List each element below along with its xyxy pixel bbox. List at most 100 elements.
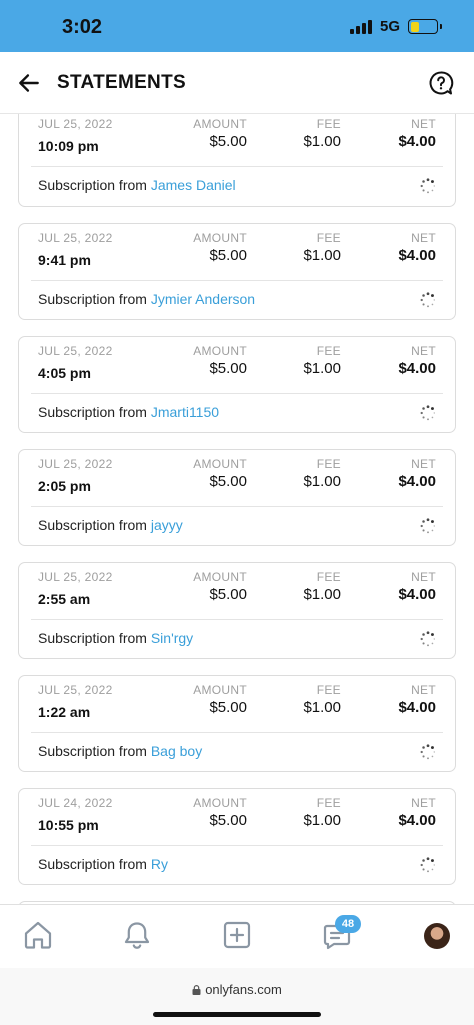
card-divider (31, 845, 443, 846)
statement-time: 1:22 am (38, 704, 91, 720)
statement-description: Subscription from Sin'rgy (38, 630, 193, 646)
net-value: $4.00 (398, 699, 436, 716)
statement-card: JUL 24, 2022 10:55 pm AMOUNT $5.00 FEE $… (18, 788, 456, 885)
statement-date: JUL 25, 2022 (38, 570, 113, 584)
net-label: NET (411, 117, 436, 131)
amount-label: AMOUNT (193, 796, 247, 810)
subscription-prefix: Subscription from (38, 517, 151, 533)
subscriber-link[interactable]: Bag boy (151, 743, 202, 759)
page-title: STATEMENTS (57, 72, 186, 93)
pending-spinner-icon (420, 518, 436, 534)
amount-label: AMOUNT (193, 683, 247, 697)
fee-label: FEE (316, 570, 341, 584)
net-value: $4.00 (398, 812, 436, 829)
statement-time: 2:55 am (38, 591, 91, 607)
amount-label: AMOUNT (193, 231, 247, 245)
statement-date: JUL 25, 2022 (38, 231, 113, 245)
statement-description: Subscription from Jmarti1150 (38, 404, 219, 420)
amount-value: $5.00 (209, 586, 247, 603)
fee-value: $1.00 (303, 247, 341, 264)
status-indicators: 5G (349, 18, 442, 35)
status-time: 3:02 (62, 16, 103, 38)
net-label: NET (411, 457, 436, 471)
subscription-prefix: Subscription from (38, 856, 151, 872)
subscriber-link[interactable]: Jymier Anderson (151, 291, 255, 307)
fee-label: FEE (316, 683, 341, 697)
amount-value: $5.00 (209, 247, 247, 264)
fee-value: $1.00 (303, 473, 341, 490)
statement-date: JUL 25, 2022 (38, 117, 113, 131)
statement-time: 2:05 pm (38, 478, 91, 494)
url-display[interactable]: onlyfans.com (0, 982, 474, 997)
net-value: $4.00 (398, 586, 436, 603)
fee-label: FEE (316, 344, 341, 358)
amount-value: $5.00 (209, 699, 247, 716)
url-text: onlyfans.com (205, 982, 282, 997)
status-bar: 3:02 5G (0, 0, 474, 52)
amount-label: AMOUNT (193, 117, 247, 131)
statement-card: JUL 25, 2022 10:09 pm AMOUNT $5.00 FEE $… (18, 114, 456, 207)
statement-card: JUL 25, 2022 2:05 pm AMOUNT $5.00 FEE $1… (18, 449, 456, 546)
fee-label: FEE (316, 231, 341, 245)
statement-time: 9:41 pm (38, 252, 91, 268)
net-value: $4.00 (398, 360, 436, 377)
subscriber-link[interactable]: Ry (151, 856, 168, 872)
statements-list[interactable]: JUL 25, 2022 10:09 pm AMOUNT $5.00 FEE $… (0, 114, 474, 904)
card-divider (31, 732, 443, 733)
subscription-prefix: Subscription from (38, 630, 151, 646)
add-post-icon[interactable] (221, 919, 253, 951)
subscription-prefix: Subscription from (38, 291, 151, 307)
net-label: NET (411, 683, 436, 697)
messages-badge: 48 (335, 915, 361, 933)
subscriber-link[interactable]: James Daniel (151, 177, 236, 193)
statement-description: Subscription from Ry (38, 856, 168, 872)
fee-value: $1.00 (303, 360, 341, 377)
back-arrow-icon[interactable] (16, 70, 42, 96)
card-divider (31, 280, 443, 281)
fee-value: $1.00 (303, 586, 341, 603)
bell-icon[interactable] (121, 919, 153, 951)
browser-url-bar: onlyfans.com (0, 968, 474, 1025)
help-icon[interactable] (428, 70, 454, 96)
card-divider (31, 619, 443, 620)
amount-label: AMOUNT (193, 570, 247, 584)
pending-spinner-icon (420, 631, 436, 647)
fee-value: $1.00 (303, 812, 341, 829)
net-value: $4.00 (398, 133, 436, 150)
net-label: NET (411, 344, 436, 358)
fee-value: $1.00 (303, 133, 341, 150)
card-divider (31, 506, 443, 507)
statement-date: JUL 25, 2022 (38, 457, 113, 471)
net-value: $4.00 (398, 247, 436, 264)
amount-label: AMOUNT (193, 344, 247, 358)
pending-spinner-icon (420, 744, 436, 760)
amount-value: $5.00 (209, 473, 247, 490)
statement-description: Subscription from Bag boy (38, 743, 202, 759)
statement-card: JUL 25, 2022 1:22 am AMOUNT $5.00 FEE $1… (18, 675, 456, 772)
network-label: 5G (379, 18, 400, 35)
pending-spinner-icon (420, 292, 436, 308)
home-icon[interactable] (22, 919, 54, 951)
subscriber-link[interactable]: Sin'rgy (151, 630, 193, 646)
card-divider (31, 166, 443, 167)
amount-value: $5.00 (209, 812, 247, 829)
home-indicator (153, 1012, 321, 1017)
statement-card: JUL 25, 2022 2:55 am AMOUNT $5.00 FEE $1… (18, 562, 456, 659)
statement-card: JUL 25, 2022 4:05 pm AMOUNT $5.00 FEE $1… (18, 336, 456, 433)
fee-label: FEE (316, 457, 341, 471)
lock-icon (192, 985, 201, 995)
avatar[interactable] (424, 923, 450, 949)
net-label: NET (411, 570, 436, 584)
net-value: $4.00 (398, 473, 436, 490)
subscriber-link[interactable]: Jmarti1150 (151, 404, 219, 420)
statement-time: 10:09 pm (38, 138, 99, 154)
pending-spinner-icon (420, 178, 436, 194)
net-label: NET (411, 231, 436, 245)
header: STATEMENTS (0, 52, 474, 114)
card-divider (31, 393, 443, 394)
fee-value: $1.00 (303, 699, 341, 716)
pending-spinner-icon (420, 405, 436, 421)
pending-spinner-icon (420, 857, 436, 873)
subscriber-link[interactable]: jayyy (151, 517, 183, 533)
bottom-nav: 48 (0, 904, 474, 968)
